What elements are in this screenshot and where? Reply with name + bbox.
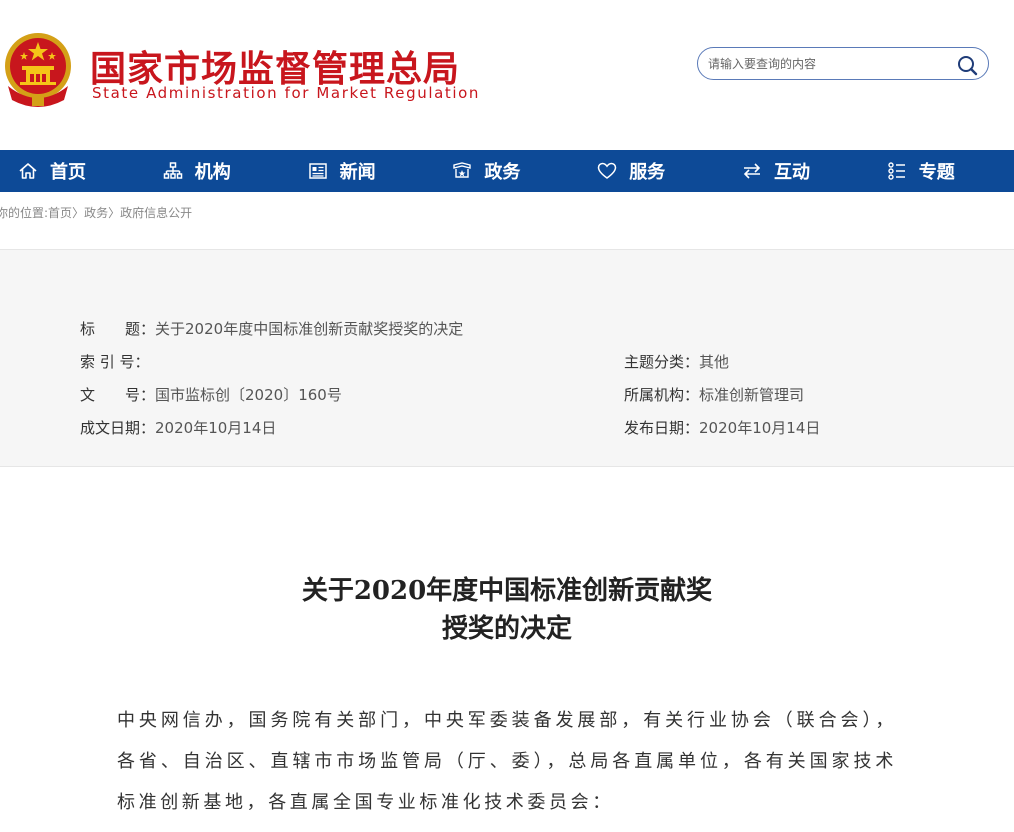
breadcrumb-info[interactable]: 政府信息公开 [120, 206, 192, 220]
article-title-line: 授奖的决定 [441, 614, 572, 644]
meta-title: 标 题：关于2020年度中国标准创新贡献奖授奖的决定 [80, 318, 463, 339]
nav-item-label: 政务 [484, 162, 521, 183]
nav-item-news[interactable]: 新闻 [290, 150, 435, 192]
breadcrumb-separator: 〉 [72, 206, 85, 220]
nav-item-label: 服务 [629, 162, 666, 183]
breadcrumb-gov[interactable]: 政务 [84, 206, 108, 220]
national-emblem-icon[interactable] [2, 30, 74, 108]
nav-item-gov[interactable]: 政务 [434, 150, 579, 192]
meta-value: 关于2020年度中国标准创新贡献奖授奖的决定 [155, 320, 464, 338]
nav-item-interact[interactable]: 互动 [724, 150, 869, 192]
meta-label: 发布日期： [624, 419, 700, 437]
meta-publish-date: 发布日期：2020年10月14日 [624, 417, 820, 438]
meta-dept: 所属机构：标准创新管理司 [624, 384, 804, 405]
meta-label: 所属机构： [624, 386, 700, 404]
nav-item-home[interactable]: 首页 [0, 150, 145, 192]
meta-value: 2020年10月14日 [155, 419, 277, 437]
nav-item-topic[interactable]: 专题 [869, 150, 1014, 192]
meta-index: 索 引 号： [80, 351, 150, 372]
site-header: 国家市场监督管理总局 State Administration for Mark… [0, 0, 1014, 150]
meta-value: 其他 [699, 353, 730, 371]
article-title: 关于2020年度中国标准创新贡献奖 授奖的决定 [0, 572, 1014, 648]
nav-item-org[interactable]: 机构 [145, 150, 290, 192]
search-box [697, 47, 989, 80]
breadcrumb-home[interactable]: 首页 [48, 206, 72, 220]
meta-written-date: 成文日期：2020年10月14日 [80, 417, 276, 438]
meta-label: 主题分类： [624, 353, 700, 371]
breadcrumb-prefix: 你的位置: [0, 206, 49, 220]
nav-item-service[interactable]: 服务 [579, 150, 724, 192]
nav-item-label: 专题 [918, 162, 955, 183]
meta-topic: 主题分类：其他 [624, 351, 729, 372]
meta-label: 标 题： [80, 320, 156, 338]
article-body: 中央网信办，国务院有关部门，中央军委装备发展部，有关行业协会（联合会），各省、自… [117, 710, 897, 813]
meta-value: 国市监标创〔2020〕160号 [155, 386, 342, 404]
meta-value: 2020年10月14日 [699, 419, 821, 437]
breadcrumb-bar: 你的位置:首页〉政务〉政府信息公开 [0, 192, 1014, 249]
heart-icon [597, 162, 617, 179]
article-title-line: 关于2020年度中国标准创新贡献奖 [301, 576, 713, 606]
exchange-icon [743, 163, 761, 179]
meta-label: 文 号： [80, 386, 156, 404]
main-nav: 首页 机构 新闻 政务 服务 互动 专题 [0, 150, 1014, 192]
search-icon[interactable] [956, 54, 978, 76]
org-chart-icon [163, 162, 183, 179]
breadcrumb: 你的位置:首页〉政务〉政府信息公开 [0, 204, 192, 221]
nav-item-label: 首页 [50, 162, 86, 183]
meta-docno: 文 号：国市监标创〔2020〕160号 [80, 384, 342, 405]
breadcrumb-separator: 〉 [108, 206, 121, 220]
nav-item-label: 机构 [194, 162, 231, 183]
newspaper-icon [308, 163, 327, 179]
home-icon [19, 163, 37, 179]
meta-label: 成文日期： [80, 419, 156, 437]
document-meta: 标 题：关于2020年度中国标准创新贡献奖授奖的决定 索 引 号： 主题分类：其… [0, 249, 1014, 467]
site-name-en[interactable]: State Administration for Market Regulati… [92, 84, 480, 102]
government-icon [453, 162, 472, 178]
meta-label: 索 引 号： [80, 353, 150, 371]
grid-list-icon [888, 162, 905, 180]
search-input[interactable] [708, 54, 948, 74]
nav-item-label: 互动 [773, 162, 810, 183]
meta-value: 标准创新管理司 [699, 386, 805, 404]
nav-item-label: 新闻 [339, 162, 376, 183]
